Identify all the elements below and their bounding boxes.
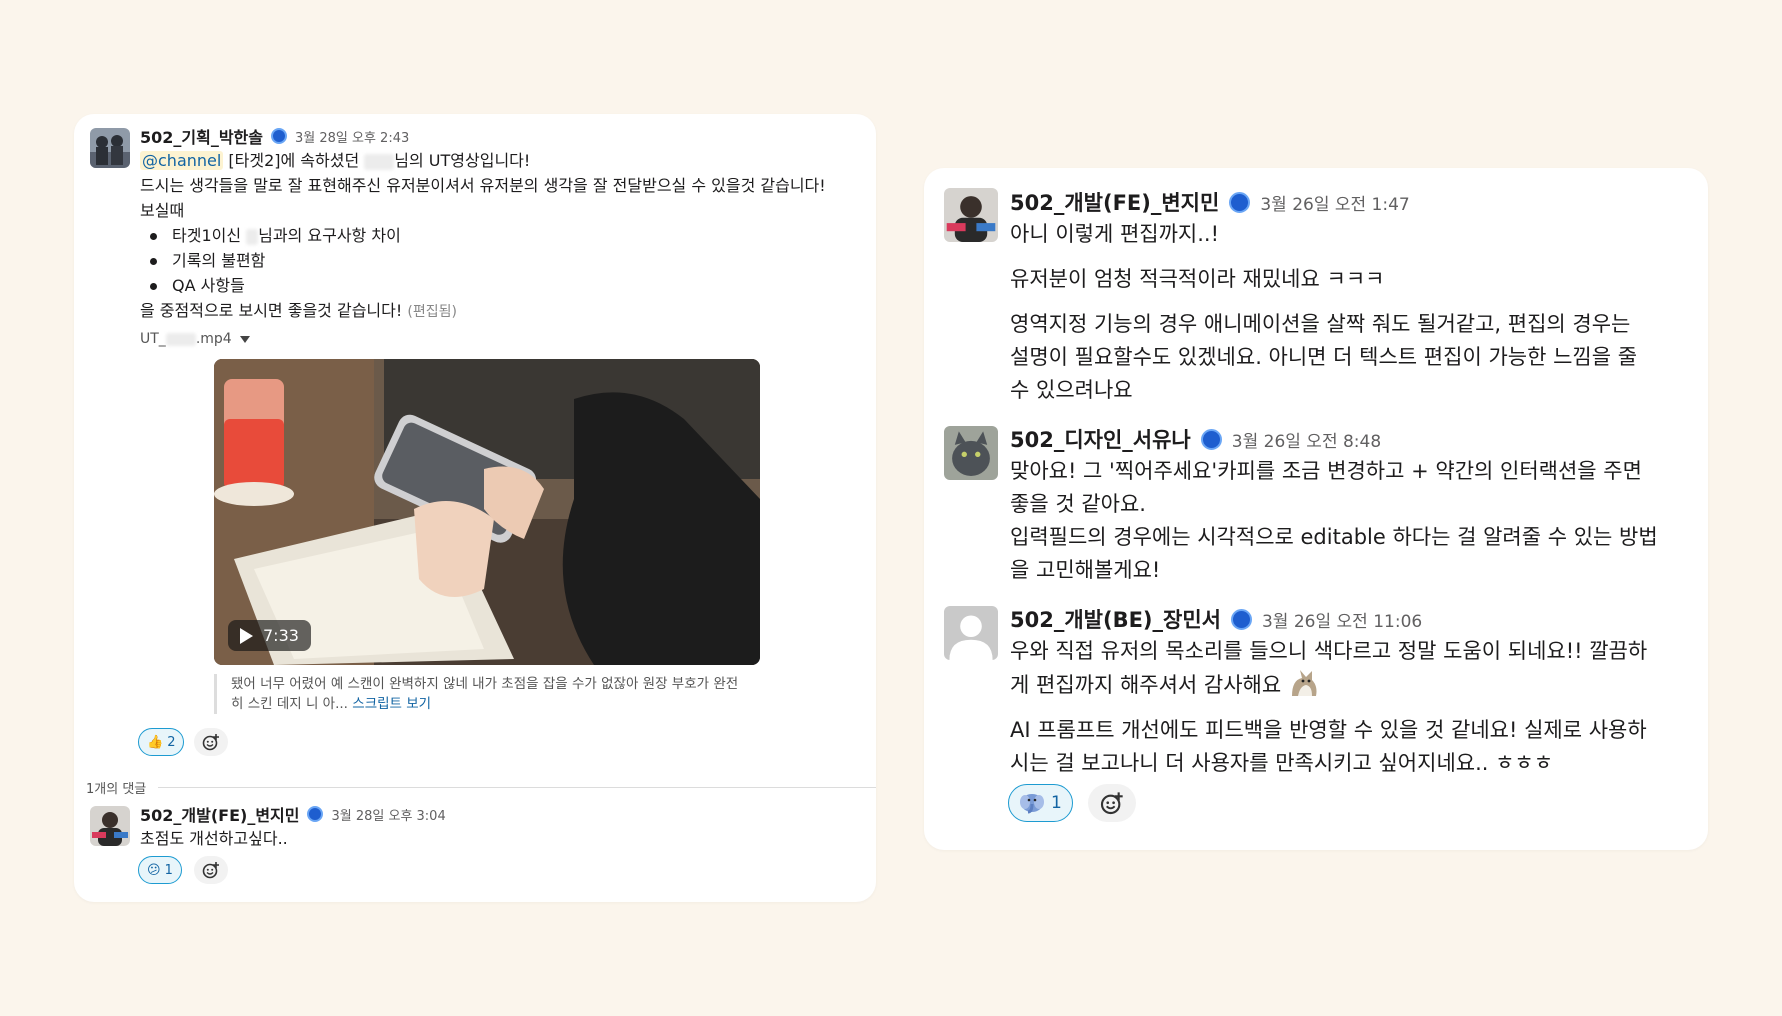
message-line: 맞아요! 그 '찍어주세요'카피를 조금 변경하고 + 약간의 인터랙션을 주면 <box>1010 459 1642 483</box>
blue-dot-icon <box>1229 191 1251 213</box>
blue-dot-icon <box>271 128 287 144</box>
message-line: 영역지정 기능의 경우 애니메이션을 살짝 줘도 될거같고, 편집의 경우는 <box>1010 312 1631 336</box>
blue-dot-icon <box>1230 608 1252 630</box>
thumbs-up-icon: 👍 <box>147 734 164 750</box>
add-emoji-icon <box>202 862 219 879</box>
add-reaction-button[interactable] <box>194 856 228 884</box>
reaction-confused[interactable]: 😕 1 <box>138 856 182 884</box>
author-name[interactable]: 502_기획_박한솔 <box>140 124 263 148</box>
add-reaction-button[interactable] <box>194 728 228 756</box>
reaction-count: 2 <box>167 734 176 750</box>
message-line: 을 고민해볼게요! <box>1010 558 1161 582</box>
add-emoji-icon <box>202 734 219 751</box>
message-line: 입력필드의 경우에는 시각적으로 editable 하다는 걸 알려줄 수 있는… <box>1010 525 1658 549</box>
confused-face-icon: 😕 <box>147 862 161 878</box>
channel-mention[interactable]: @channel <box>140 151 224 170</box>
play-icon[interactable] <box>240 627 253 644</box>
redacted-name <box>364 153 395 170</box>
message-line: @channel [타겟2]에 속하셨던 님의 UT영상입니다! <box>140 148 860 173</box>
author-name[interactable]: 502_개발(FE)_변지민 <box>140 802 299 826</box>
message-line: 좋을 것 같아요. <box>1010 492 1146 516</box>
message-line: 게 편집까지 해주셔서 감사해요 <box>1010 668 1700 702</box>
blue-dot-icon <box>1200 428 1222 450</box>
message-line: 설명이 필요할수도 있겠네요. 아니면 더 텍스트 편집이 가능한 느낌을 줄 <box>1010 345 1638 369</box>
timestamp[interactable]: 3월 28일 오후 3:04 <box>331 805 445 824</box>
reply-count[interactable]: 1개의 댓글 <box>86 778 146 797</box>
divider <box>158 787 876 788</box>
avatar[interactable] <box>90 128 130 168</box>
timestamp[interactable]: 3월 26일 오전 8:48 <box>1232 427 1381 452</box>
message-line: 을 중점적으로 보시면 좋을것 같습니다! (편집됨) <box>140 301 457 320</box>
author-name[interactable]: 502_디자인_서유나 <box>1010 424 1191 454</box>
transcript-preview: 됐어 너무 어렸어 예 스캔이 완벽하지 않네 내가 초점을 잡을 수가 없잖아… <box>214 674 774 714</box>
bullet-list: 타겟1이신 님과의 요구사항 차이 기록의 불편함 QA 사항들 <box>140 223 860 298</box>
parent-message: 502_기획_박한솔 3월 28일 오후 2:43 @channel [타겟2]… <box>140 124 860 347</box>
reaction-count: 1 <box>164 862 173 878</box>
video-duration[interactable]: 7:33 <box>228 620 311 651</box>
message-body: 초점도 개선하고싶다.. <box>140 829 288 848</box>
avatar[interactable] <box>90 806 130 846</box>
reaction-thumbs-up[interactable]: 👍 2 <box>138 728 185 756</box>
reaction-count: 1 <box>1051 793 1062 813</box>
message-line: 시는 걸 보고나니 더 사용자를 만족시키고 싶어지네요.. ㅎㅎㅎ <box>1010 751 1554 775</box>
list-item: 타겟1이신 님과의 요구사항 차이 <box>140 223 860 248</box>
message-line: 보실때 <box>140 201 185 220</box>
right-thread-card: 502_개발(FE)_변지민 3월 26일 오전 1:47 아니 이렇게 편집까… <box>924 168 1708 850</box>
default-user-icon <box>944 606 998 660</box>
caret-down-icon[interactable] <box>239 335 250 343</box>
view-transcript-link[interactable]: 스크립트 보기 <box>352 696 431 712</box>
reply-message: 502_개발(FE)_변지민 3월 28일 오후 3:04 초점도 개선하고싶다… <box>140 802 840 851</box>
redacted-filename <box>165 332 196 346</box>
avatar[interactable] <box>944 606 998 660</box>
video-player[interactable]: 7:33 <box>214 359 760 665</box>
text: 님의 UT영상입니다! <box>394 151 531 170</box>
edited-tag: (편집됨) <box>407 304 457 320</box>
timestamp[interactable]: 3월 28일 오후 2:43 <box>295 127 409 146</box>
avatar[interactable] <box>944 188 998 242</box>
file-name[interactable]: UT_ .mp4 <box>140 331 860 347</box>
author-name[interactable]: 502_개발(FE)_변지민 <box>1010 187 1219 217</box>
message: 502_디자인_서유나 3월 26일 오전 8:48 맞아요! 그 '찍어주세요… <box>1010 423 1700 587</box>
left-thread-card: 502_기획_박한솔 3월 28일 오후 2:43 @channel [타겟2]… <box>74 114 876 902</box>
timestamp[interactable]: 3월 26일 오전 11:06 <box>1262 607 1422 632</box>
message-line: 드시는 생각들을 말로 잘 표현해주신 유저분이셔서 유저분의 생각을 잘 전달… <box>140 176 826 195</box>
message-body: 우와 직접 유저의 목소리를 들으니 색다르고 정말 도움이 되네요!! 깔끔하… <box>1010 635 1700 780</box>
transcript-line: 됐어 너무 어렸어 예 스캔이 완벽하지 않네 내가 초점을 잡을 수가 없잖아… <box>231 676 739 692</box>
message-line: 수 있으려나요 <box>1010 378 1133 402</box>
redacted-name <box>246 228 259 245</box>
duration-label: 7:33 <box>263 626 299 645</box>
transcript-line: 히 스킨 데지 니 아... <box>231 696 353 712</box>
reply-count-divider: 1개의 댓글 <box>86 778 876 797</box>
message: 502_개발(BE)_장민서 3월 26일 오전 11:06 우와 직접 유저의… <box>1010 603 1700 780</box>
add-emoji-icon <box>1100 792 1123 815</box>
message: 502_개발(FE)_변지민 3월 26일 오전 1:47 아니 이렇게 편집까… <box>1010 186 1700 407</box>
elephant-emoji-icon <box>1020 794 1044 814</box>
message-body: 아니 이렇게 편집까지..! 유저분이 엄청 적극적이라 재밌네요 ㅋㅋㅋ 영역… <box>1010 218 1700 407</box>
list-item: QA 사항들 <box>140 273 860 298</box>
message-line: 우와 직접 유저의 목소리를 들으니 색다르고 정말 도움이 되네요!! 깔끔하 <box>1010 639 1648 663</box>
timestamp[interactable]: 3월 26일 오전 1:47 <box>1260 190 1409 215</box>
author-name[interactable]: 502_개발(BE)_장민서 <box>1010 604 1221 634</box>
cat-emoji-icon <box>1291 670 1317 696</box>
message-line: 유저분이 엄청 적극적이라 재밌네요 ㅋㅋㅋ <box>1010 267 1385 291</box>
avatar[interactable] <box>944 426 998 480</box>
list-item: 기록의 불편함 <box>140 248 860 273</box>
message-line: 아니 이렇게 편집까지..! <box>1010 222 1219 246</box>
blue-dot-icon <box>307 806 324 822</box>
message-body: @channel [타겟2]에 속하셨던 님의 UT영상입니다! 드시는 생각들… <box>140 148 860 325</box>
text: [타겟2]에 속하셨던 <box>223 151 365 170</box>
message-body: 맞아요! 그 '찍어주세요'카피를 조금 변경하고 + 약간의 인터랙션을 주면… <box>1010 455 1700 587</box>
add-reaction-button[interactable] <box>1088 784 1136 822</box>
message-line: AI 프롬프트 개선에도 피드백을 반영할 수 있을 것 같네요! 실제로 사용… <box>1010 718 1647 742</box>
reaction-emoji[interactable]: 1 <box>1008 784 1073 822</box>
